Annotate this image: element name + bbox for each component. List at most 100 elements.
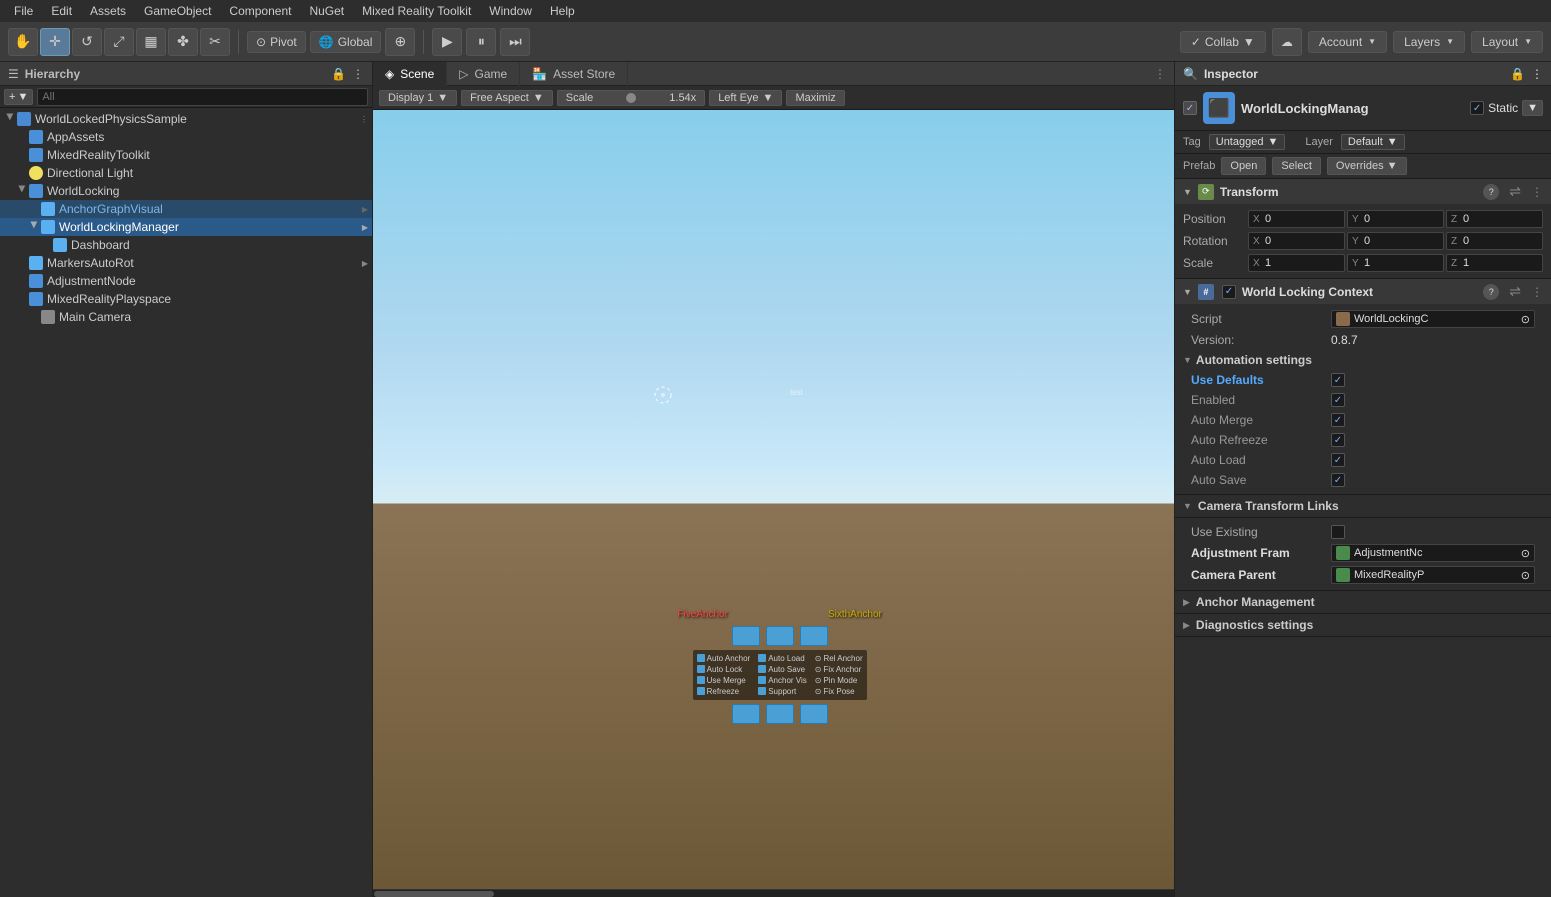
transform-tool-btn[interactable]: ✤ [168,28,198,56]
auto-merge-checkbox[interactable] [1331,413,1345,427]
menu-mixed-reality[interactable]: Mixed Reality Toolkit [354,2,479,20]
move-tool-btn[interactable]: ✛ [40,28,70,56]
list-item[interactable]: Main Camera [0,308,372,326]
menu-edit[interactable]: Edit [43,2,80,20]
cam-parent-ref[interactable]: MixedRealityP ⊙ [1331,566,1535,584]
wlm-chevron[interactable]: ▶ [362,223,368,232]
list-item[interactable]: ▶ WorldLocking [0,182,372,200]
enabled-checkbox[interactable] [1331,393,1345,407]
assetstore-tab[interactable]: 🏪 Asset Store [520,62,628,86]
list-item[interactable]: Dashboard [0,236,372,254]
game-tab[interactable]: ▷ Game [447,62,520,86]
list-item[interactable]: AppAssets [0,128,372,146]
rotation-x-field[interactable]: X 0 [1248,232,1345,250]
anchor-mgmt-header[interactable]: ▶ Anchor Management [1175,591,1551,614]
mar-chevron[interactable]: ▶ [362,259,368,268]
scene-btn-4[interactable] [732,704,760,724]
cloud-btn[interactable]: ☁ [1272,28,1302,56]
step-btn[interactable]: ⏭ [500,28,530,56]
wlc-header[interactable]: ▼ # World Locking Context ? ⇌ ⋮ [1175,279,1551,304]
scene-btn-2[interactable] [766,626,794,646]
scene-scrollbar-h[interactable] [373,889,1174,897]
play-btn[interactable]: ▶ [432,28,462,56]
adj-frame-ref[interactable]: AdjustmentNc ⊙ [1331,544,1535,562]
menu-assets[interactable]: Assets [82,2,134,20]
scale-slider[interactable] [601,95,661,101]
menu-gameobject[interactable]: GameObject [136,2,219,20]
transform-align-icon[interactable]: ⇌ [1505,183,1525,200]
scene-tab[interactable]: ◈ Scene [373,62,447,86]
eye-dropdown[interactable]: Left Eye ▼ [709,90,782,106]
collab-btn[interactable]: ✓ Collab ▼ [1180,31,1266,53]
wlc-help[interactable]: ? [1483,284,1499,300]
root-menu[interactable]: ⋮ [360,115,368,124]
prefab-select-btn[interactable]: Select [1272,157,1321,175]
layout-dropdown[interactable]: Layout ▼ [1471,31,1543,53]
scene-scrollbar-thumb[interactable] [374,891,494,897]
tabs-menu[interactable]: ⋮ [1146,67,1174,81]
scene-btn-6[interactable] [800,704,828,724]
scale-y-field[interactable]: Y 1 [1347,254,1444,272]
rotate-tool-btn[interactable]: ↺ [72,28,102,56]
auto-save-checkbox[interactable] [1331,473,1345,487]
hierarchy-search[interactable] [37,88,368,106]
scene-btn-3[interactable] [800,626,828,646]
agv-chevron[interactable]: ▶ [362,205,368,214]
custom-tool-btn[interactable]: ✂ [200,28,230,56]
display-dropdown[interactable]: Display 1 ▼ [379,90,457,106]
list-item[interactable]: AdjustmentNode [0,272,372,290]
position-x-field[interactable]: X 0 [1248,210,1345,228]
list-item[interactable]: Directional Light [0,164,372,182]
prefab-overrides-btn[interactable]: Overrides ▼ [1327,157,1407,175]
script-ref[interactable]: WorldLockingC ⊙ [1331,310,1535,328]
pause-btn[interactable]: ⏸ [466,28,496,56]
center-btn[interactable]: ⊕ [385,28,415,56]
menu-nuget[interactable]: NuGet [301,2,352,20]
maximize-btn[interactable]: Maximiz [786,90,844,106]
prefab-open-btn[interactable]: Open [1221,157,1266,175]
scene-btn-5[interactable] [766,704,794,724]
hand-tool-btn[interactable]: ✋ [8,28,38,56]
rotation-y-field[interactable]: Y 0 [1347,232,1444,250]
auto-load-checkbox[interactable] [1331,453,1345,467]
auto-refreeze-checkbox[interactable] [1331,433,1345,447]
position-y-field[interactable]: Y 0 [1347,210,1444,228]
pivot-btn[interactable]: ⊙ Pivot [247,31,306,53]
tag-dropdown[interactable]: Untagged ▼ [1209,134,1286,150]
wlc-enabled-checkbox[interactable] [1222,285,1236,299]
use-existing-checkbox[interactable] [1331,525,1345,539]
hierarchy-lock[interactable]: 🔒 [331,67,346,81]
menu-help[interactable]: Help [542,2,583,20]
list-item[interactable]: MixedRealityToolkit [0,146,372,164]
list-item[interactable]: MixedRealityPlayspace [0,290,372,308]
account-dropdown[interactable]: Account ▼ [1308,31,1387,53]
wlc-align-icon[interactable]: ⇌ [1505,283,1525,300]
global-btn[interactable]: 🌐 Global [310,31,382,53]
static-dropdown[interactable]: ▼ [1522,100,1543,116]
scene-btn-1[interactable] [732,626,760,646]
obj-enabled-checkbox[interactable] [1183,101,1197,115]
aspect-dropdown[interactable]: Free Aspect ▼ [461,90,553,106]
layers-dropdown[interactable]: Layers ▼ [1393,31,1465,53]
hierarchy-add-btn[interactable]: + ▼ [4,89,33,105]
use-defaults-checkbox[interactable] [1331,373,1345,387]
layer-dropdown[interactable]: Default ▼ [1341,134,1405,150]
scale-tool-btn[interactable]: ⤢ [104,28,134,56]
inspector-lock[interactable]: 🔒 [1510,67,1525,81]
scene-view[interactable]: test FiveAnchor SixthAnchor [373,110,1174,897]
rect-tool-btn[interactable]: ▦ [136,28,166,56]
hierarchy-menu[interactable]: ⋮ [352,67,364,81]
wlc-settings[interactable]: ⋮ [1531,285,1543,299]
menu-component[interactable]: Component [221,2,299,20]
rotation-z-field[interactable]: Z 0 [1446,232,1543,250]
list-item[interactable]: ▶ WorldLockingManager ▶ [0,218,372,236]
inspector-menu[interactable]: ⋮ [1531,67,1543,81]
position-z-field[interactable]: Z 0 [1446,210,1543,228]
camera-links-header[interactable]: ▼ Camera Transform Links [1175,495,1551,518]
menu-file[interactable]: File [6,2,41,20]
menu-window[interactable]: Window [481,2,540,20]
scale-control[interactable]: Scale 1.54x [557,90,705,106]
list-item[interactable]: MarkersAutoRot ▶ [0,254,372,272]
scale-z-field[interactable]: Z 1 [1446,254,1543,272]
static-checkbox[interactable] [1470,101,1484,115]
